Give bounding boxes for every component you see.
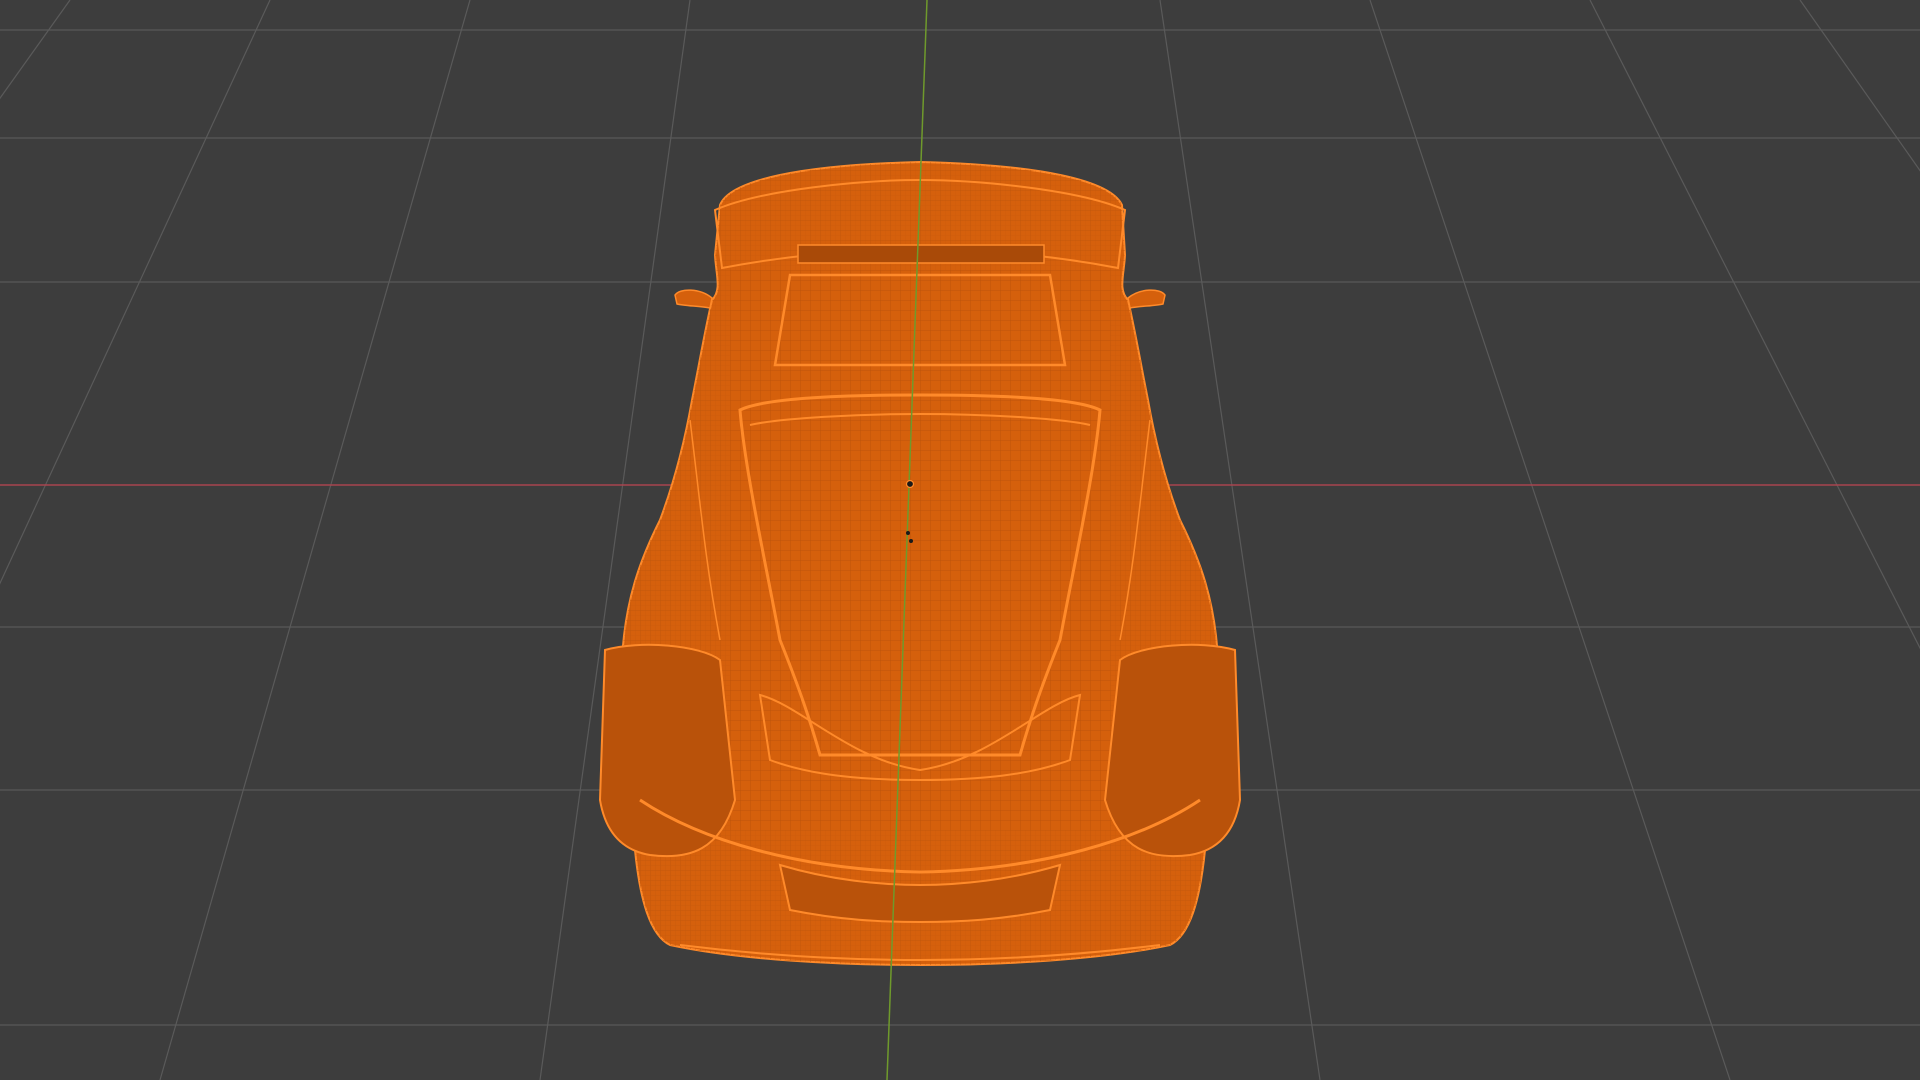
object-origin-dot-icon[interactable] (905, 479, 915, 489)
viewport-canvas[interactable] (0, 0, 1920, 1080)
3d-viewport[interactable] (0, 0, 1920, 1080)
vertex-marker (906, 531, 910, 535)
vertex-marker (909, 539, 913, 543)
car-wireframe-mesh[interactable] (598, 150, 1242, 980)
